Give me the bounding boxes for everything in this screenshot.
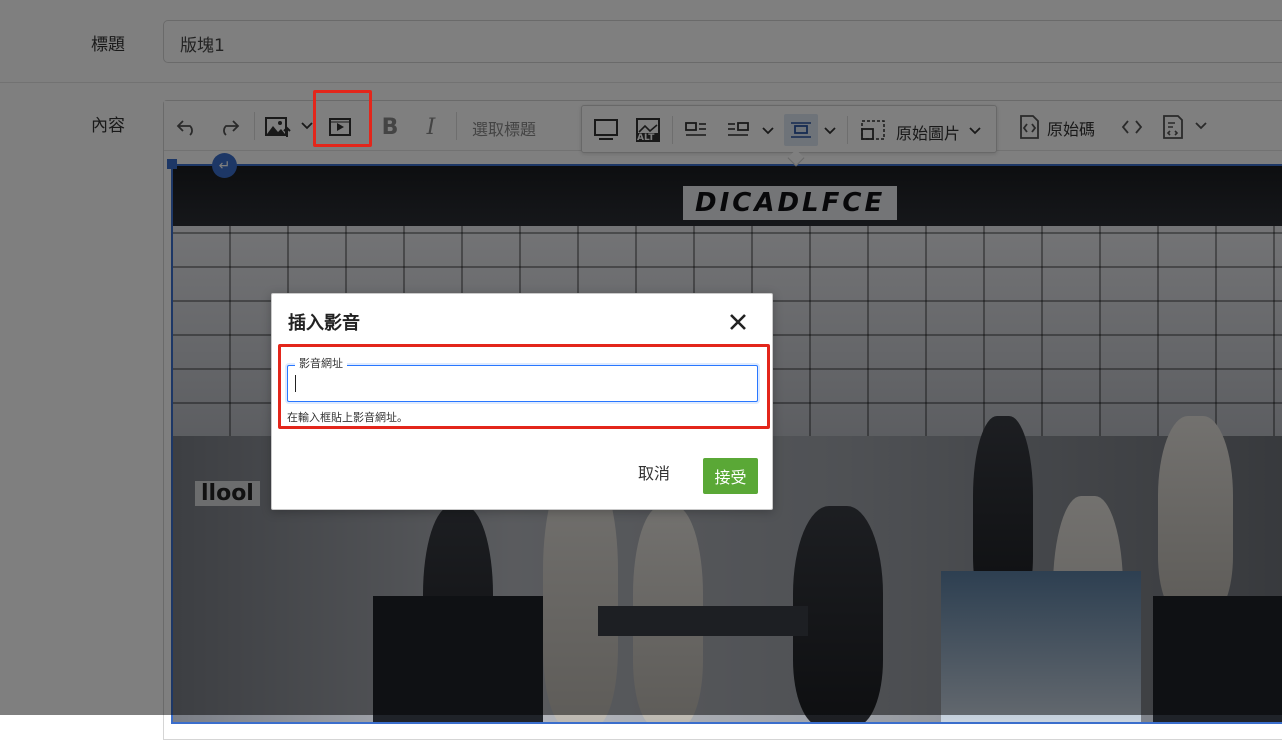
- dialog-title: 插入影音: [288, 313, 360, 334]
- media-button-highlight: [313, 90, 372, 147]
- media-url-help: 在輸入框貼上影音網址。: [287, 411, 408, 424]
- insert-media-dialog: 插入影音 影音網址 在輸入框貼上影音網址。 取消 接受: [271, 293, 773, 510]
- accept-button[interactable]: 接受: [703, 458, 758, 494]
- media-url-input[interactable]: [287, 365, 758, 402]
- text-caret: [295, 375, 296, 392]
- close-icon: [730, 314, 746, 330]
- close-button[interactable]: [728, 312, 748, 332]
- media-url-label: 影音網址: [295, 357, 347, 371]
- cancel-button[interactable]: 取消: [638, 460, 670, 484]
